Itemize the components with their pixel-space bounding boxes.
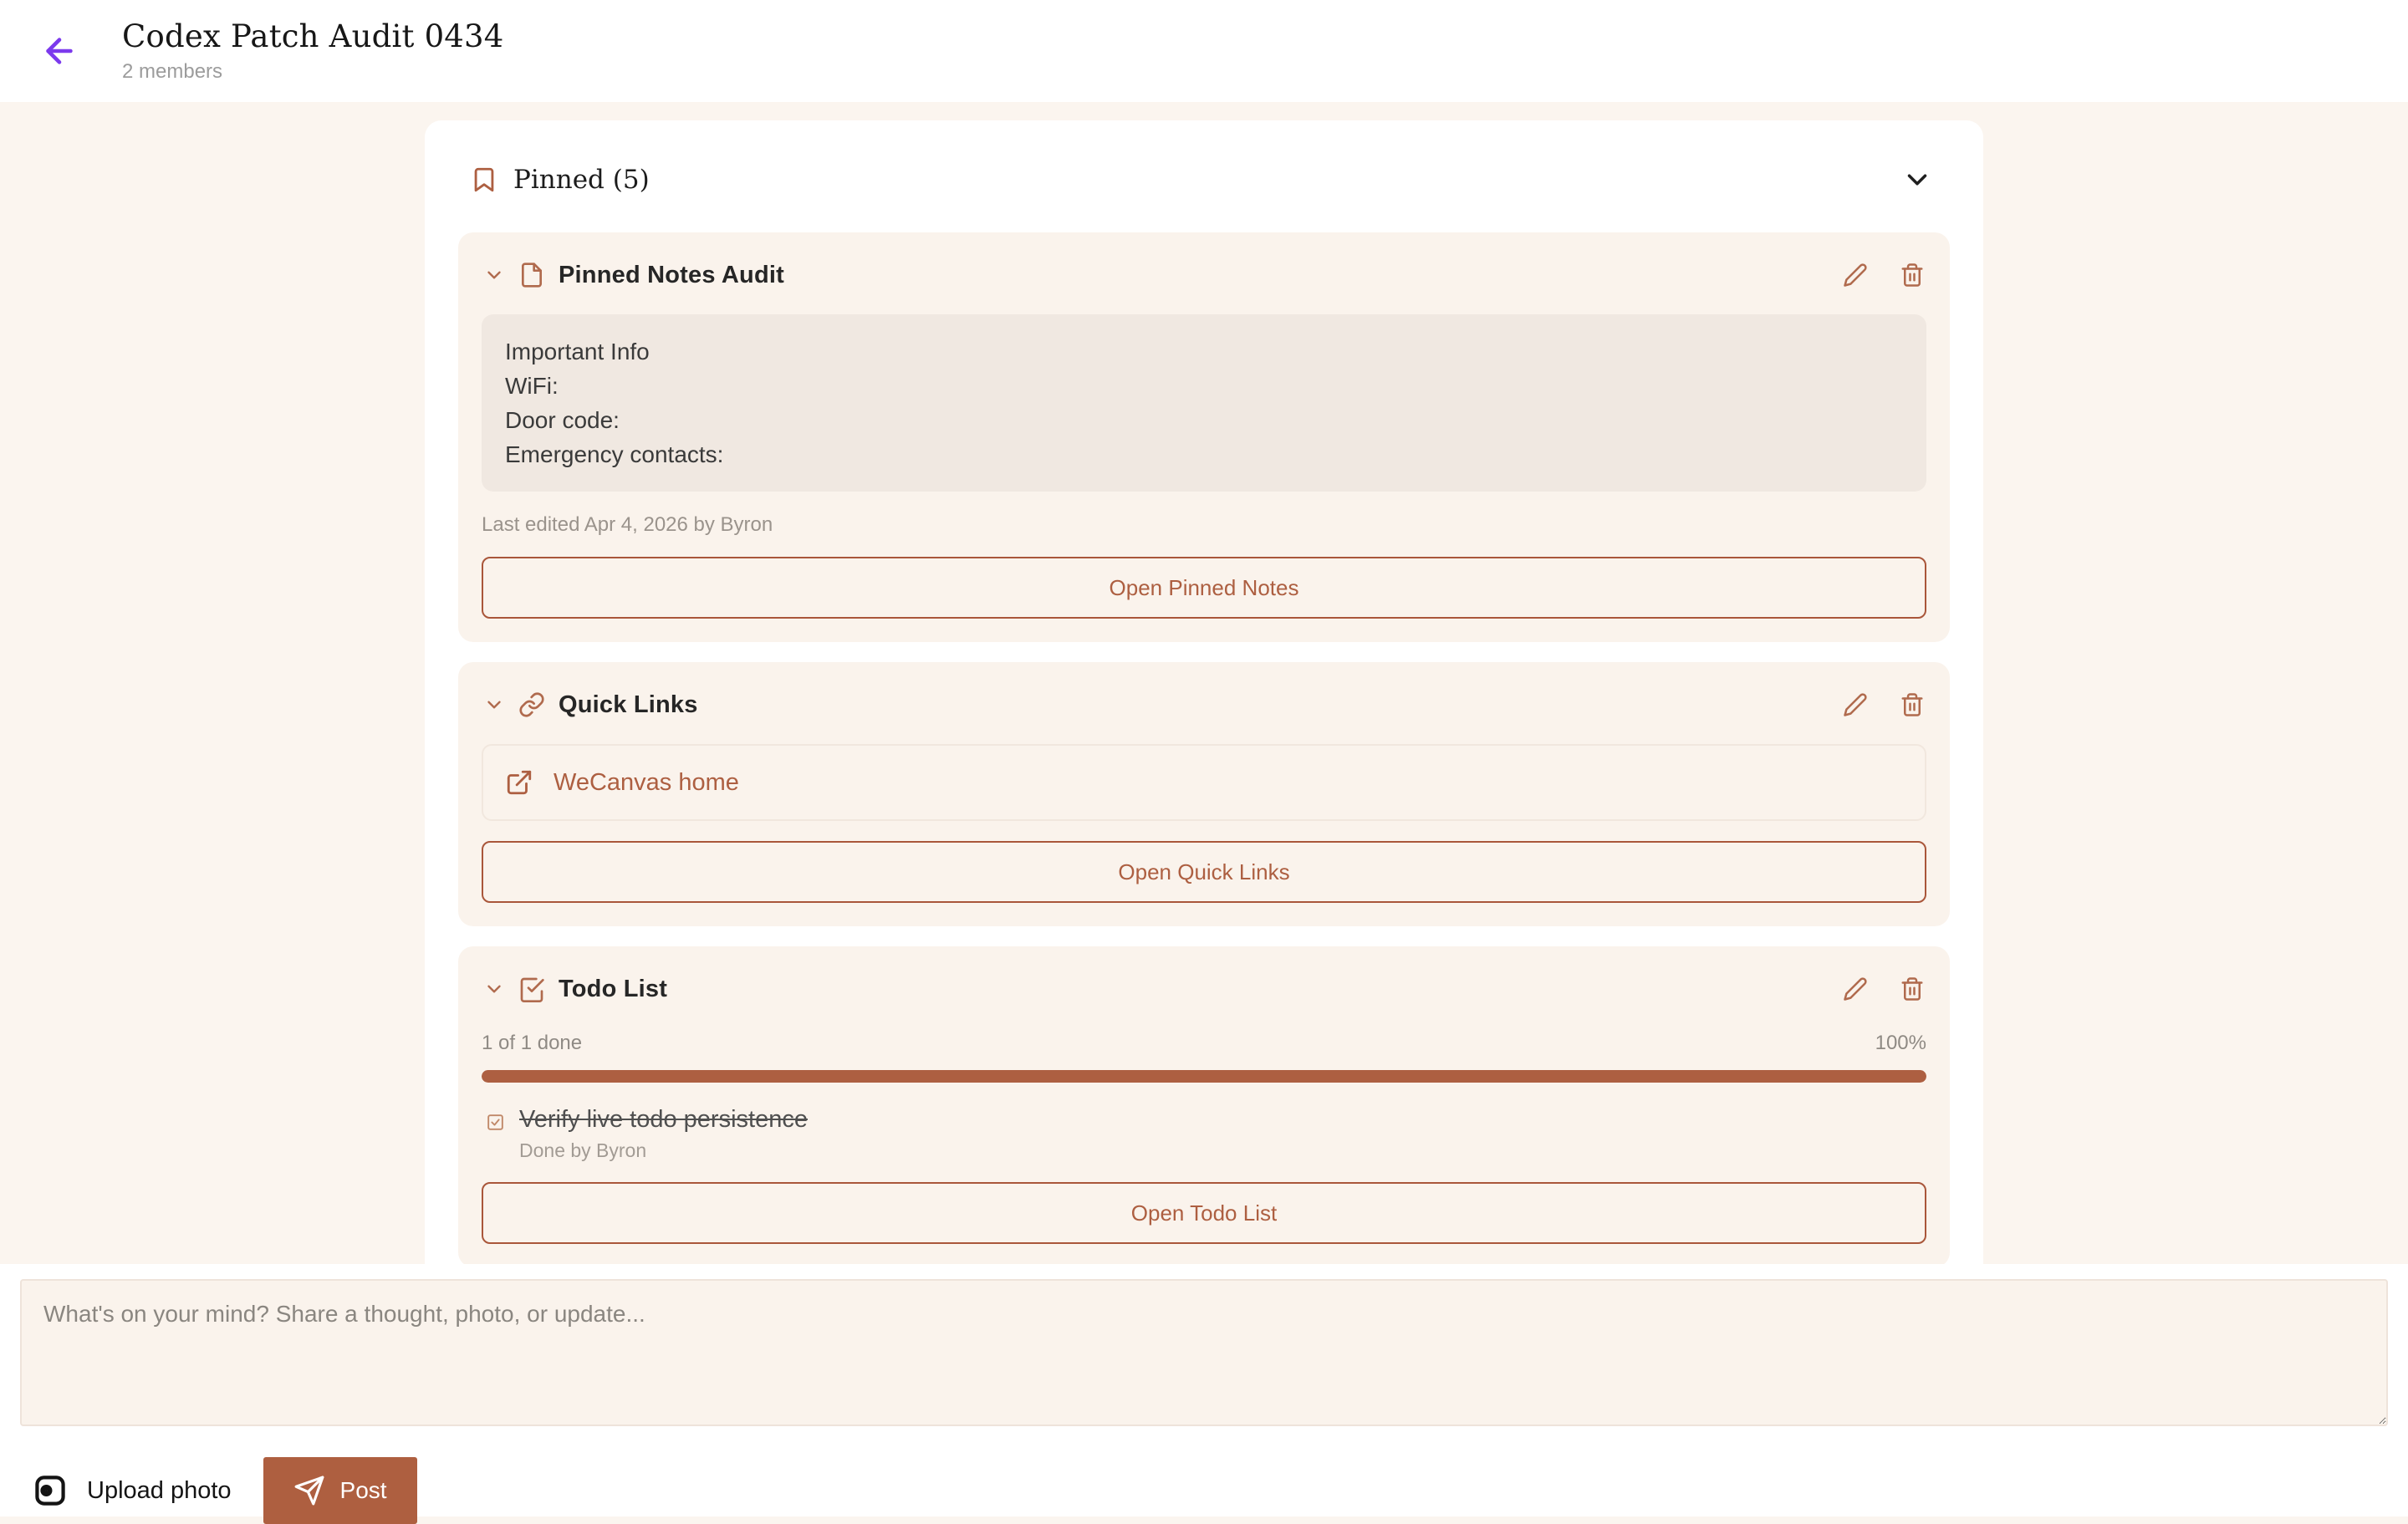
composer-input[interactable]: [20, 1279, 2388, 1426]
upload-photo-label: Upload photo: [87, 1477, 232, 1505]
back-button[interactable]: [33, 25, 85, 77]
todo-progress-bar: [482, 1070, 1926, 1083]
edit-todo-button[interactable]: [1841, 975, 1870, 1003]
delete-todo-button[interactable]: [1898, 975, 1926, 1003]
edit-notes-button[interactable]: [1841, 261, 1870, 289]
trash-icon: [1900, 262, 1925, 288]
note-line: Important Info: [505, 334, 1903, 369]
checked-checkbox-icon: [485, 1112, 506, 1133]
photo-icon: [32, 1472, 69, 1509]
pinned-section-header: Pinned (5): [458, 159, 1950, 201]
page-title: Codex Patch Audit 0434: [122, 18, 504, 54]
todo-collapse-button[interactable]: [482, 976, 507, 1002]
pinned-section-collapse-button[interactable]: [1896, 159, 1938, 201]
edit-quick-links-button[interactable]: [1841, 691, 1870, 719]
trash-icon: [1900, 692, 1925, 717]
open-pinned-notes-button[interactable]: Open Pinned Notes: [482, 557, 1926, 619]
check-square-icon: [518, 976, 545, 1002]
quick-links-card-title: Quick Links: [559, 691, 698, 719]
todo-progress-text: 1 of 1 done: [482, 1032, 582, 1055]
open-todo-list-button[interactable]: Open Todo List: [482, 1182, 1926, 1244]
upload-photo-button[interactable]: Upload photo: [20, 1472, 232, 1509]
note-preview-box: Important Info WiFi: Door code: Emergenc…: [482, 314, 1926, 492]
open-quick-links-button[interactable]: Open Quick Links: [482, 841, 1926, 903]
chevron-down-icon: [483, 264, 505, 286]
todo-item: Verify live todo persistence Done by Byr…: [482, 1106, 1926, 1162]
quick-link-label: WeCanvas home: [554, 769, 739, 797]
note-file-icon: [518, 262, 545, 288]
post-button[interactable]: Post: [263, 1457, 417, 1524]
quick-link-item[interactable]: WeCanvas home: [482, 744, 1926, 821]
pinned-notes-card: Pinned Notes Audit Important Info: [458, 232, 1950, 642]
todo-checkbox[interactable]: [485, 1112, 506, 1133]
trash-icon: [1900, 976, 1925, 1002]
link-icon: [518, 691, 545, 718]
app-header: Codex Patch Audit 0434 2 members: [0, 0, 2408, 102]
delete-notes-button[interactable]: [1898, 261, 1926, 289]
pinned-section-title: Pinned (5): [513, 165, 650, 195]
arrow-left-icon: [40, 32, 79, 70]
chevron-down-icon: [1901, 164, 1933, 196]
todo-item-meta: Done by Byron: [519, 1139, 808, 1162]
chevron-down-icon: [483, 694, 505, 716]
send-icon: [293, 1475, 325, 1506]
quick-links-card: Quick Links: [458, 662, 1950, 926]
note-last-edited: Last edited Apr 4, 2026 by Byron: [482, 513, 1926, 537]
bookmark-icon: [470, 166, 498, 194]
notes-collapse-button[interactable]: [482, 262, 507, 288]
note-line: Emergency contacts:: [505, 437, 1903, 471]
todo-item-text: Verify live todo persistence: [519, 1106, 808, 1134]
delete-quick-links-button[interactable]: [1898, 691, 1926, 719]
pencil-icon: [1843, 262, 1868, 288]
notes-card-title: Pinned Notes Audit: [559, 262, 784, 289]
todo-card-title: Todo List: [559, 976, 667, 1003]
chevron-down-icon: [483, 978, 505, 1000]
pencil-icon: [1843, 692, 1868, 717]
external-link-icon: [505, 768, 533, 797]
note-line: Door code:: [505, 403, 1903, 437]
todo-progress-percent: 100%: [1875, 1032, 1926, 1055]
post-button-label: Post: [340, 1477, 387, 1504]
pencil-icon: [1843, 976, 1868, 1002]
quick-links-collapse-button[interactable]: [482, 692, 507, 717]
post-composer: Upload photo Post: [0, 1264, 2408, 1516]
note-line: WiFi:: [505, 369, 1903, 403]
members-count: 2 members: [122, 60, 504, 84]
progress-fill: [482, 1070, 1926, 1083]
todo-list-card: Todo List 1 of 1 done 100%: [458, 946, 1950, 1267]
